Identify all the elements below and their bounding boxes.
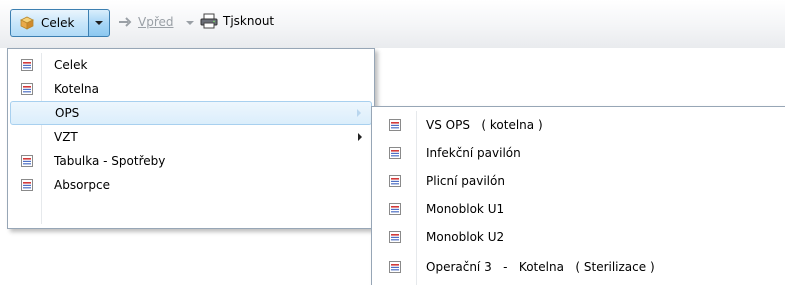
menu-item-tabulka-spotreby[interactable]: Tabulka - Spotřeby xyxy=(10,149,372,173)
printer-icon xyxy=(200,13,218,29)
report-icon xyxy=(388,230,402,244)
menu-item-label: OPS xyxy=(55,106,80,120)
print-button[interactable]: Tjsknout xyxy=(200,13,274,29)
report-icon xyxy=(20,58,34,72)
submenu-item-vs-ops[interactable]: VS OPS ( kotelna ) xyxy=(374,113,783,137)
submenu-item-label: Infekční pavilón xyxy=(426,146,521,160)
menu-item-ops[interactable]: OPS xyxy=(10,101,372,125)
report-icon xyxy=(388,260,402,274)
celek-button-label: Celek xyxy=(41,16,75,30)
ops-submenu: VS OPS ( kotelna ) Infekční pavilón Plic… xyxy=(371,106,785,285)
report-icon xyxy=(20,82,34,96)
submenu-item-label: VS OPS ( kotelna ) xyxy=(426,118,543,132)
report-icon xyxy=(388,174,402,188)
chevron-right-icon xyxy=(358,133,362,141)
print-label: Tjsknout xyxy=(223,14,275,28)
submenu-item-plicni-pavilon[interactable]: Plicní pavilón xyxy=(374,169,783,193)
forward-dropdown-arrow[interactable] xyxy=(186,21,194,25)
toolbar: Celek Vpřed Tjsknout xyxy=(0,0,785,48)
arrow-right-icon xyxy=(118,16,132,28)
menu-item-vzt[interactable]: VZT xyxy=(10,125,372,149)
menu-item-absorpce[interactable]: Absorpce xyxy=(10,173,372,197)
forward-button[interactable]: Vpřed xyxy=(118,15,174,29)
submenu-item-monoblok-u2[interactable]: Monoblok U2 xyxy=(374,225,783,249)
report-icon xyxy=(20,154,34,168)
menu-item-kotelna[interactable]: Kotelna xyxy=(10,77,372,101)
report-icon xyxy=(388,202,402,216)
forward-label: Vpřed xyxy=(138,15,174,29)
submenu-item-operacni-3[interactable]: Operační 3 - Kotelna ( Sterilizace ) xyxy=(374,255,783,279)
chevron-down-icon xyxy=(95,21,103,25)
menu-item-label: Celek xyxy=(54,58,88,72)
submenu-item-label: Plicní pavilón xyxy=(426,174,505,188)
menu-item-label: Tabulka - Spotřeby xyxy=(54,154,166,168)
submenu-item-label: Monoblok U1 xyxy=(426,202,505,216)
submenu-item-label: Operační 3 - Kotelna ( Sterilizace ) xyxy=(426,260,655,274)
folder-cube-icon xyxy=(19,15,35,31)
celek-dropdown-arrow[interactable] xyxy=(88,9,110,37)
menu-item-celek[interactable]: Celek xyxy=(10,53,372,77)
chevron-right-icon xyxy=(357,109,361,117)
celek-dropdown-menu: Celek Kotelna OPS VZT Tabulka - Spotřeby… xyxy=(7,48,375,229)
menu-item-label: Kotelna xyxy=(54,82,99,96)
report-icon xyxy=(388,118,402,132)
submenu-item-infekcni-pavilon[interactable]: Infekční pavilón xyxy=(374,141,783,165)
chevron-down-icon xyxy=(186,21,194,25)
report-icon xyxy=(388,146,402,160)
celek-split-button[interactable]: Celek xyxy=(10,9,88,37)
report-icon xyxy=(20,178,34,192)
menu-item-label: Absorpce xyxy=(54,178,110,192)
submenu-item-label: Monoblok U2 xyxy=(426,230,505,244)
menu-item-label: VZT xyxy=(54,130,78,144)
submenu-item-monoblok-u1[interactable]: Monoblok U1 xyxy=(374,197,783,221)
